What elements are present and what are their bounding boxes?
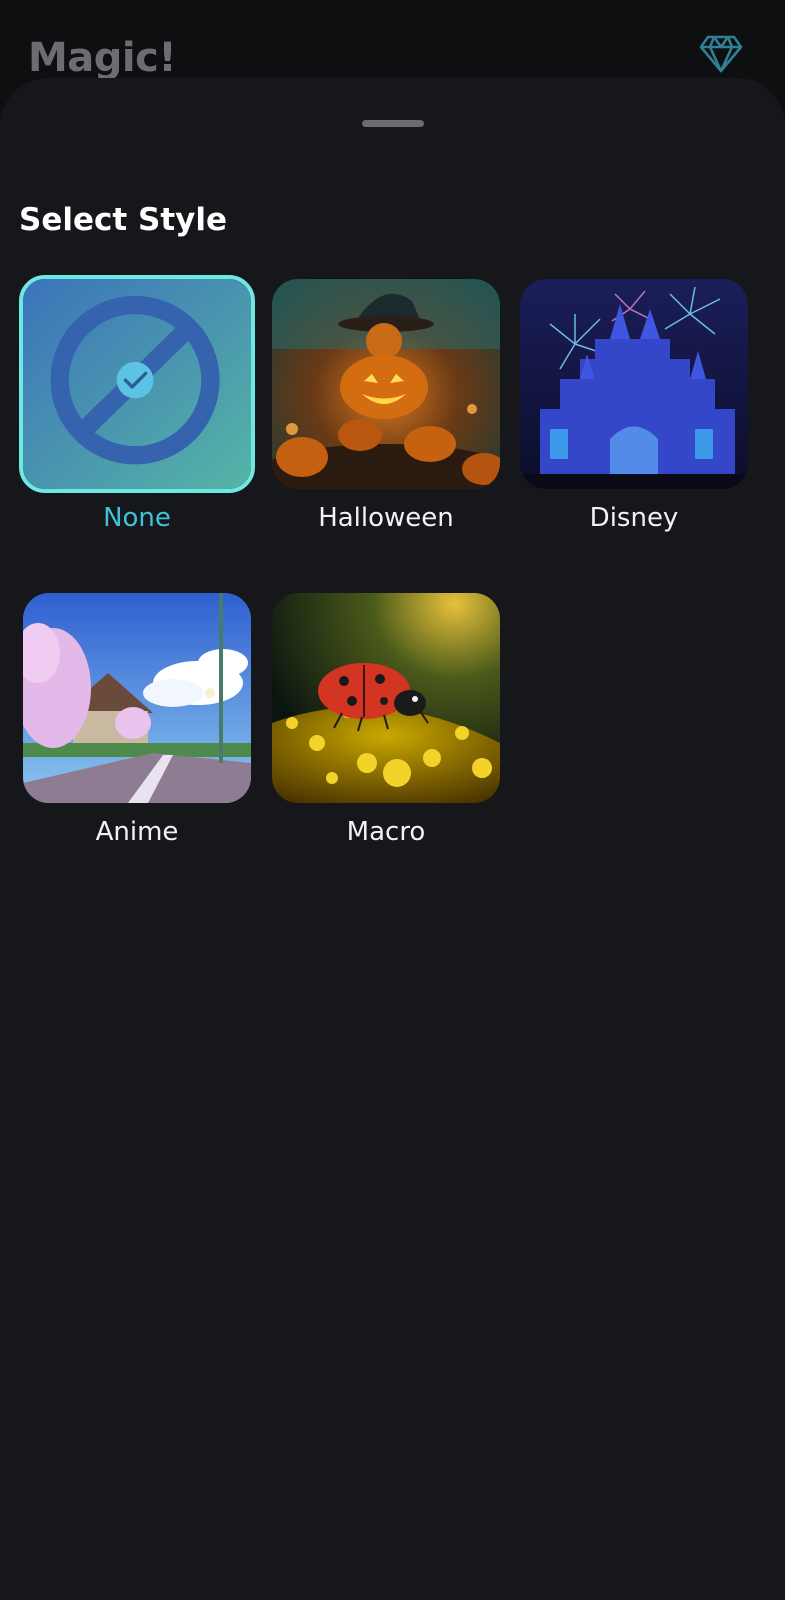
sheet-title: Select Style: [19, 202, 227, 238]
drag-handle[interactable]: [362, 120, 424, 127]
style-option-macro[interactable]: Macro: [268, 589, 500, 889]
style-option-anime[interactable]: Anime: [19, 589, 251, 889]
style-option-disney[interactable]: Disney: [516, 275, 748, 575]
diamond-icon: [699, 35, 743, 73]
style-label-macro: Macro: [346, 817, 426, 847]
style-label-none: None: [103, 503, 171, 533]
premium-button[interactable]: [697, 30, 745, 78]
style-label-disney: Disney: [589, 503, 679, 533]
style-thumbnail-macro: [272, 593, 500, 803]
style-label-halloween: Halloween: [318, 503, 454, 533]
style-bottom-sheet: Select Style None Halloween Disney Anime…: [0, 78, 785, 1600]
check-icon: [116, 361, 154, 399]
app-header: Magic!: [0, 0, 785, 90]
style-label-anime: Anime: [95, 817, 179, 847]
style-thumbnail-anime: [23, 593, 251, 803]
style-option-none[interactable]: None: [19, 275, 255, 575]
style-thumbnail-halloween: [272, 279, 500, 489]
app-title: Magic!: [28, 35, 177, 81]
style-thumbnail-none: [19, 275, 255, 493]
style-option-halloween[interactable]: Halloween: [268, 275, 500, 575]
style-thumbnail-disney: [520, 279, 748, 489]
